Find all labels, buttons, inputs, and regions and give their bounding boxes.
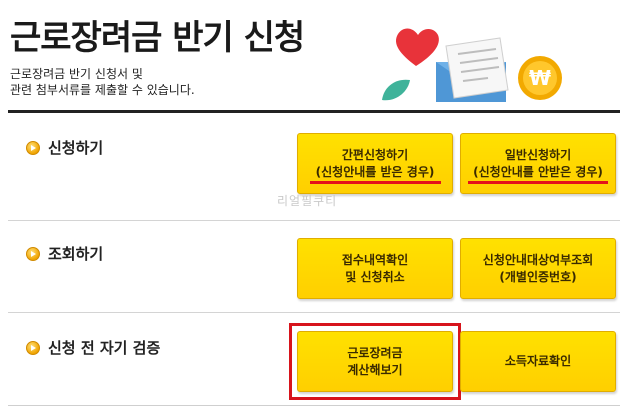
target-inquiry-button[interactable]: 신청안내대상여부조회 (개별인증번호): [460, 238, 616, 299]
row-divider: [8, 312, 620, 313]
page-description: 근로장려금 반기 신청서 및 관련 첨부서류를 제출할 수 있습니다.: [10, 66, 195, 98]
emphasis-underline: [310, 181, 441, 184]
income-data-label: 소득자료확인: [504, 354, 572, 368]
watermark-text: 리얼필쿠티: [277, 194, 338, 208]
bullet-arrow-icon: [26, 246, 40, 261]
section-selfcheck-label: 신청 전 자기 검증: [48, 339, 161, 357]
header-divider: [8, 110, 620, 113]
bullet-arrow-icon: [26, 340, 40, 355]
leaf-icon: [382, 79, 410, 101]
simple-apply-subtitle: (신청안내를 받은 경우): [315, 164, 435, 179]
document-icon: [445, 37, 509, 99]
income-data-button[interactable]: 소득자료확인: [460, 331, 616, 392]
heart-icon: [396, 28, 439, 66]
receipt-check-title: 접수내역확인: [341, 252, 409, 267]
highlight-box: [289, 323, 461, 400]
general-apply-subtitle: (신청안내를 안받은 경우): [473, 164, 603, 179]
won-coin-icon: ₩: [518, 56, 562, 100]
section-inquiry-label: 조회하기: [48, 245, 104, 263]
target-inquiry-title: 신청안내대상여부조회: [482, 252, 594, 267]
svg-text:₩: ₩: [529, 66, 551, 90]
row-divider: [8, 220, 620, 221]
page-title: 근로장려금 반기 신청: [10, 18, 305, 58]
header-illustration: ₩: [382, 28, 562, 102]
bullet-arrow-icon: [26, 140, 40, 155]
simple-apply-title: 간편신청하기: [341, 147, 409, 162]
description-line-1: 근로장려금 반기 신청서 및: [10, 67, 143, 81]
section-selfcheck: 신청 전 자기 검증: [26, 337, 160, 358]
section-apply: 신청하기: [26, 137, 103, 158]
emphasis-underline: [468, 181, 608, 184]
description-line-2: 관련 첨부서류를 제출할 수 있습니다.: [10, 83, 195, 97]
receipt-check-subtitle: 및 신청취소: [345, 269, 405, 284]
general-apply-button[interactable]: 일반신청하기 (신청안내를 안받은 경우): [460, 133, 616, 194]
general-apply-title: 일반신청하기: [504, 147, 572, 162]
simple-apply-button[interactable]: 간편신청하기 (신청안내를 받은 경우): [297, 133, 453, 194]
receipt-check-button[interactable]: 접수내역확인 및 신청취소: [297, 238, 453, 299]
section-apply-label: 신청하기: [48, 139, 104, 157]
section-inquiry: 조회하기: [26, 243, 103, 264]
target-inquiry-subtitle: (개별인증번호): [499, 269, 577, 284]
